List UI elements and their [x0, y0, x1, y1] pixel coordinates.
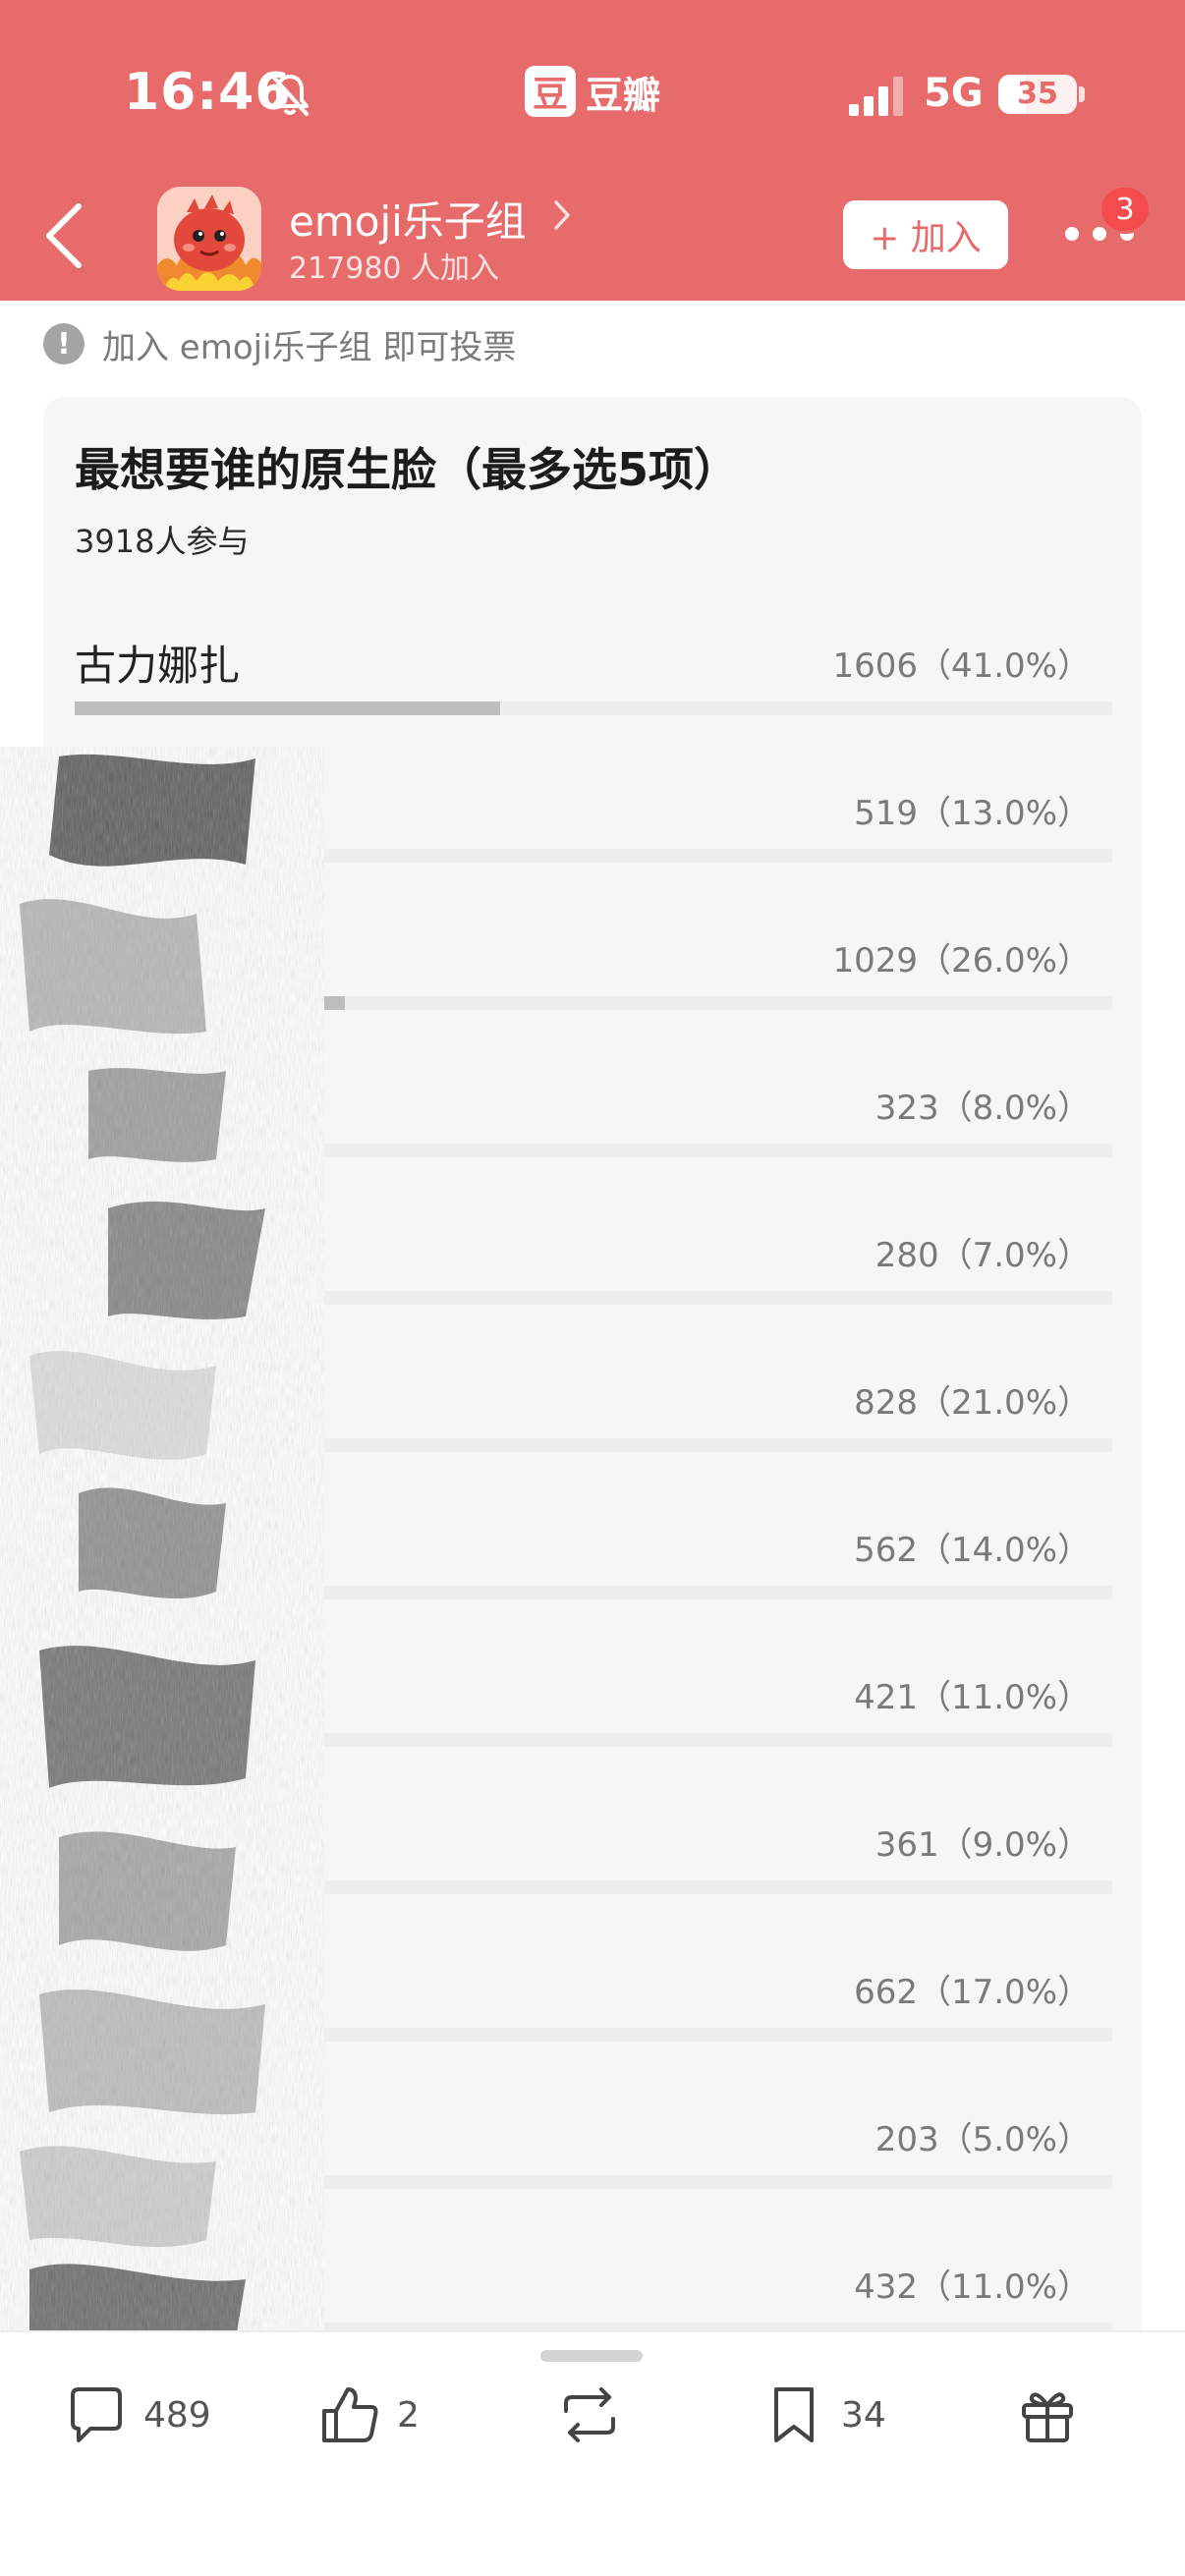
- poll-option-bar: [75, 1144, 157, 1157]
- notice-text: 加入 emoji乐子组 即可投票: [102, 327, 517, 367]
- comment-icon: [71, 2387, 122, 2442]
- poll-option-track: [75, 1880, 1112, 1894]
- poll-option-track: [75, 1733, 1112, 1747]
- comment-button[interactable]: 489: [65, 2376, 211, 2454]
- poll-participants: 3918人参与: [75, 523, 250, 560]
- thumbs-up-icon: [322, 2387, 378, 2442]
- poll-option-bar: [75, 1733, 189, 1747]
- poll-option-track: [75, 1291, 1112, 1305]
- douban-logo-icon: 豆: [525, 66, 576, 117]
- battery-tip: [1079, 86, 1085, 102]
- poll-card: 最想要谁的原生脸（最多选5项） 3918人参与 古力娜扎 1606（41.0%） 5…: [43, 397, 1142, 2362]
- poll-option[interactable]: 421（11.0%）: [43, 1643, 1142, 1790]
- like-button[interactable]: 2: [318, 2376, 420, 2454]
- poll-option-count: 1606（41.0%）: [832, 646, 1091, 686]
- battery-percent: 35: [1017, 77, 1058, 111]
- app-badge: 豆 豆瓣: [525, 65, 660, 118]
- poll-option-bar: [75, 1586, 220, 1599]
- more-dot-icon: [1093, 227, 1106, 241]
- poll-option-bar: [75, 2028, 252, 2042]
- poll-option-track: [75, 1144, 1112, 1157]
- join-group-button[interactable]: + 加入: [843, 200, 1008, 269]
- poll-title: 最想要谁的原生脸（最多选5项）: [75, 443, 740, 496]
- app-name: 豆瓣: [586, 73, 661, 117]
- app-header: 16:46 豆 豆瓣 5G 35 emoji乐子组 217980 人加入 + 加…: [0, 0, 1185, 301]
- poll-option-bar: [75, 701, 500, 715]
- poll-option-track: [75, 2028, 1112, 2042]
- poll-option-count: 828（21.0%）: [854, 1383, 1091, 1423]
- poll-option-count: 1029（26.0%）: [832, 941, 1091, 980]
- poll-option-track: [75, 1438, 1112, 1452]
- poll-option-count: 203（5.0%）: [875, 2120, 1091, 2159]
- poll-option[interactable]: 203（5.0%）: [43, 2085, 1142, 2232]
- poll-option-count: 280（7.0%）: [875, 1236, 1091, 1275]
- poll-option-track: [75, 996, 1112, 1010]
- group-member-count: 217980 人加入: [289, 252, 500, 286]
- status-time: 16:46: [124, 63, 292, 122]
- battery-icon: 35: [998, 75, 1077, 114]
- poll-option-count: 432（11.0%）: [854, 2268, 1091, 2307]
- status-bar: 16:46 豆 豆瓣 5G 35: [0, 0, 1185, 187]
- poll-option[interactable]: 古力娜扎 1606（41.0%）: [43, 611, 1142, 758]
- poll-option[interactable]: 519（13.0%）: [43, 758, 1142, 906]
- drag-handle[interactable]: [540, 2350, 643, 2362]
- poll-option-track: [75, 701, 1112, 715]
- poll-option[interactable]: 662（17.0%）: [43, 1937, 1142, 2085]
- bookmark-count: 34: [841, 2394, 886, 2436]
- exclamation-icon: !: [43, 323, 85, 364]
- poll-option[interactable]: 280（7.0%）: [43, 1201, 1142, 1348]
- gift-button[interactable]: [1016, 2376, 1079, 2454]
- gift-icon: [1022, 2392, 1073, 2442]
- poll-option[interactable]: 562（14.0%）: [43, 1495, 1142, 1643]
- poll-option-bar: [75, 849, 209, 863]
- join-to-vote-notice: ! 加入 emoji乐子组 即可投票: [43, 322, 517, 367]
- bottom-action-bar: 489 2 34: [0, 2330, 1185, 2576]
- poll-option-bar: [75, 1880, 168, 1894]
- comment-count: 489: [143, 2394, 211, 2436]
- poll-option-track: [75, 1586, 1112, 1599]
- poll-option-count: 519（13.0%）: [854, 794, 1091, 833]
- network-type: 5G: [924, 71, 984, 116]
- signal-icon: [849, 77, 903, 116]
- poll-option-name: 古力娜扎: [75, 642, 241, 690]
- chevron-right-icon[interactable]: [552, 198, 574, 232]
- more-dot-icon: [1065, 227, 1079, 241]
- poll-option-count: 323（8.0%）: [875, 1089, 1091, 1128]
- bookmark-icon: [774, 2387, 814, 2442]
- poll-option-count: 361（9.0%）: [875, 1825, 1091, 1865]
- poll-option-count: 562（14.0%）: [854, 1531, 1091, 1570]
- bookmark-button[interactable]: 34: [762, 2376, 886, 2454]
- poll-option-bar: [75, 1438, 293, 1452]
- bell-muted-icon: [271, 75, 309, 116]
- back-arrow-icon[interactable]: [39, 196, 88, 275]
- poll-option-track: [75, 849, 1112, 863]
- poll-option-count: 662（17.0%）: [854, 1973, 1091, 2012]
- repost-button[interactable]: [558, 2376, 621, 2454]
- poll-option[interactable]: 361（9.0%）: [43, 1790, 1142, 1937]
- like-count: 2: [397, 2394, 420, 2436]
- poll-option-bar: [75, 2175, 127, 2189]
- poll-option-bar: [75, 996, 345, 1010]
- notification-badge: 3: [1099, 185, 1152, 234]
- poll-option[interactable]: 1029（26.0%）: [43, 906, 1142, 1053]
- poll-option[interactable]: 828（21.0%）: [43, 1348, 1142, 1495]
- repost-icon: [564, 2387, 615, 2442]
- dragon-emoji-icon: [157, 187, 261, 291]
- group-avatar[interactable]: [157, 187, 261, 291]
- group-name[interactable]: emoji乐子组: [289, 189, 527, 249]
- poll-option[interactable]: 323（8.0%）: [43, 1053, 1142, 1201]
- poll-option-bar: [75, 1291, 147, 1305]
- poll-option-track: [75, 2175, 1112, 2189]
- poll-option-count: 421（11.0%）: [854, 1678, 1091, 1717]
